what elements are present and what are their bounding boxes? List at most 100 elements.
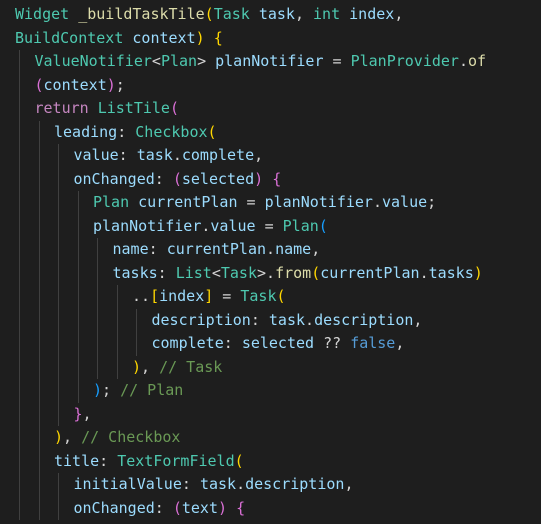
code-line[interactable]: onChanged: (selected) { bbox=[0, 167, 541, 191]
code-line[interactable]: name: currentPlan.name, bbox=[0, 238, 541, 262]
code-line[interactable]: Widget _buildTaskTile(Task task, int ind… bbox=[0, 3, 541, 27]
code-line[interactable]: ), // Checkbox bbox=[0, 426, 541, 450]
code-token: ) bbox=[106, 75, 116, 94]
indent-guide bbox=[38, 214, 40, 238]
indent-guide bbox=[58, 355, 59, 379]
code-token: value bbox=[210, 216, 256, 235]
indent-guide bbox=[58, 285, 59, 309]
code-token: // Task bbox=[159, 357, 223, 376]
indent-guide bbox=[77, 191, 79, 215]
code-token: : bbox=[157, 263, 176, 282]
code-token: _buildTaskTile bbox=[78, 5, 205, 23]
indent-guide bbox=[58, 191, 59, 215]
code-line[interactable]: tasks: List<Task>.from(currentPlan.tasks… bbox=[0, 261, 541, 286]
code-token: . bbox=[372, 193, 382, 211]
indent-guide bbox=[19, 332, 20, 356]
code-text: ..[index] = Task( bbox=[132, 285, 286, 309]
code-token: complete bbox=[181, 146, 255, 164]
indent-guide bbox=[116, 285, 118, 309]
code-line[interactable]: complete: selected ?? false, bbox=[0, 332, 541, 356]
code-token: > bbox=[257, 263, 267, 282]
indent-guide bbox=[38, 120, 40, 144]
code-token: ( bbox=[172, 169, 182, 188]
indent-guide bbox=[97, 308, 98, 332]
indent-guide bbox=[97, 332, 98, 356]
code-token: of bbox=[468, 52, 487, 70]
code-token: return bbox=[34, 99, 89, 117]
code-token: : bbox=[117, 122, 136, 141]
indent-guide bbox=[97, 238, 98, 262]
code-token: = bbox=[237, 193, 265, 211]
code-token: index bbox=[349, 5, 395, 23]
code-line[interactable]: BuildContext context) { bbox=[0, 27, 541, 51]
indent-guide bbox=[58, 402, 59, 426]
indent-guide bbox=[77, 238, 79, 262]
code-token: < bbox=[151, 52, 161, 70]
code-text: BuildContext context) { bbox=[15, 27, 223, 51]
code-token: name bbox=[112, 240, 149, 258]
code-text: }, bbox=[74, 403, 92, 427]
code-text: Plan currentPlan = planNotifier.value; bbox=[93, 191, 436, 215]
code-token: Task bbox=[220, 263, 257, 282]
indent-guide bbox=[38, 426, 40, 450]
indent-guide bbox=[116, 308, 118, 332]
code-token: task bbox=[268, 310, 306, 329]
code-line[interactable]: planNotifier.value = Plan( bbox=[0, 214, 541, 238]
indent-guide bbox=[19, 426, 20, 450]
indent-guide bbox=[116, 332, 118, 356]
code-token: = bbox=[213, 287, 241, 305]
indent-guide bbox=[19, 167, 20, 191]
indent-guide bbox=[19, 379, 20, 403]
code-token: tasks bbox=[112, 263, 158, 282]
code-token: : bbox=[154, 498, 173, 517]
code-token: ) bbox=[195, 28, 205, 47]
indent-guide bbox=[58, 167, 59, 191]
code-token: ?? bbox=[314, 334, 351, 352]
code-token: , bbox=[141, 357, 160, 376]
code-token: : bbox=[250, 310, 269, 329]
code-text: tasks: List<Task>.from(currentPlan.tasks… bbox=[113, 262, 483, 286]
code-token: initialValue bbox=[73, 475, 182, 493]
code-line[interactable]: return ListTile( bbox=[0, 97, 541, 121]
code-text: Widget _buildTaskTile(Task task, int ind… bbox=[15, 3, 403, 27]
code-token: .. bbox=[132, 287, 151, 305]
code-line[interactable]: ), // Task bbox=[0, 355, 541, 379]
code-line[interactable]: onChanged: (text) { bbox=[0, 496, 541, 520]
indent-guide bbox=[19, 308, 20, 332]
indent-guide bbox=[58, 332, 59, 356]
code-token: , bbox=[395, 334, 405, 352]
code-line[interactable]: (context); bbox=[0, 73, 541, 97]
indent-guide bbox=[77, 308, 79, 332]
indent-guide bbox=[58, 261, 59, 285]
code-editor[interactable]: Widget _buildTaskTile(Task task, int ind… bbox=[0, 0, 541, 524]
indent-guide bbox=[136, 332, 137, 356]
code-line[interactable]: description: task.description, bbox=[0, 308, 541, 332]
code-token: . bbox=[266, 263, 276, 282]
code-text: value: task.complete, bbox=[74, 144, 264, 168]
indent-guide bbox=[58, 308, 59, 332]
code-token: context bbox=[43, 75, 107, 94]
indent-guide bbox=[38, 402, 40, 426]
code-token: : bbox=[118, 146, 137, 164]
code-text: ValueNotifier<Plan> planNotifier = PlanP… bbox=[35, 50, 487, 74]
code-line[interactable]: ..[index] = Task( bbox=[0, 285, 541, 309]
code-token: { bbox=[213, 28, 223, 47]
code-line[interactable]: title: TextFormField( bbox=[0, 449, 541, 473]
code-token: ) bbox=[473, 263, 483, 282]
code-line[interactable]: Plan currentPlan = planNotifier.value; bbox=[0, 191, 541, 215]
code-token: value bbox=[73, 146, 119, 164]
indent-guide bbox=[58, 473, 59, 497]
code-token: Plan bbox=[160, 52, 198, 70]
code-token: index bbox=[159, 287, 205, 305]
code-line[interactable]: initialValue: task.description, bbox=[0, 473, 541, 497]
code-line[interactable]: leading: Checkbox( bbox=[0, 120, 541, 144]
indent-guide bbox=[58, 214, 59, 238]
code-token: task bbox=[136, 146, 173, 164]
code-line[interactable]: }, bbox=[0, 402, 541, 427]
code-text: complete: selected ?? false, bbox=[152, 332, 405, 356]
code-line[interactable]: ); // Plan bbox=[0, 379, 541, 403]
code-line[interactable]: value: task.complete, bbox=[0, 144, 541, 168]
code-line[interactable]: ValueNotifier<Plan> planNotifier = PlanP… bbox=[0, 50, 541, 74]
